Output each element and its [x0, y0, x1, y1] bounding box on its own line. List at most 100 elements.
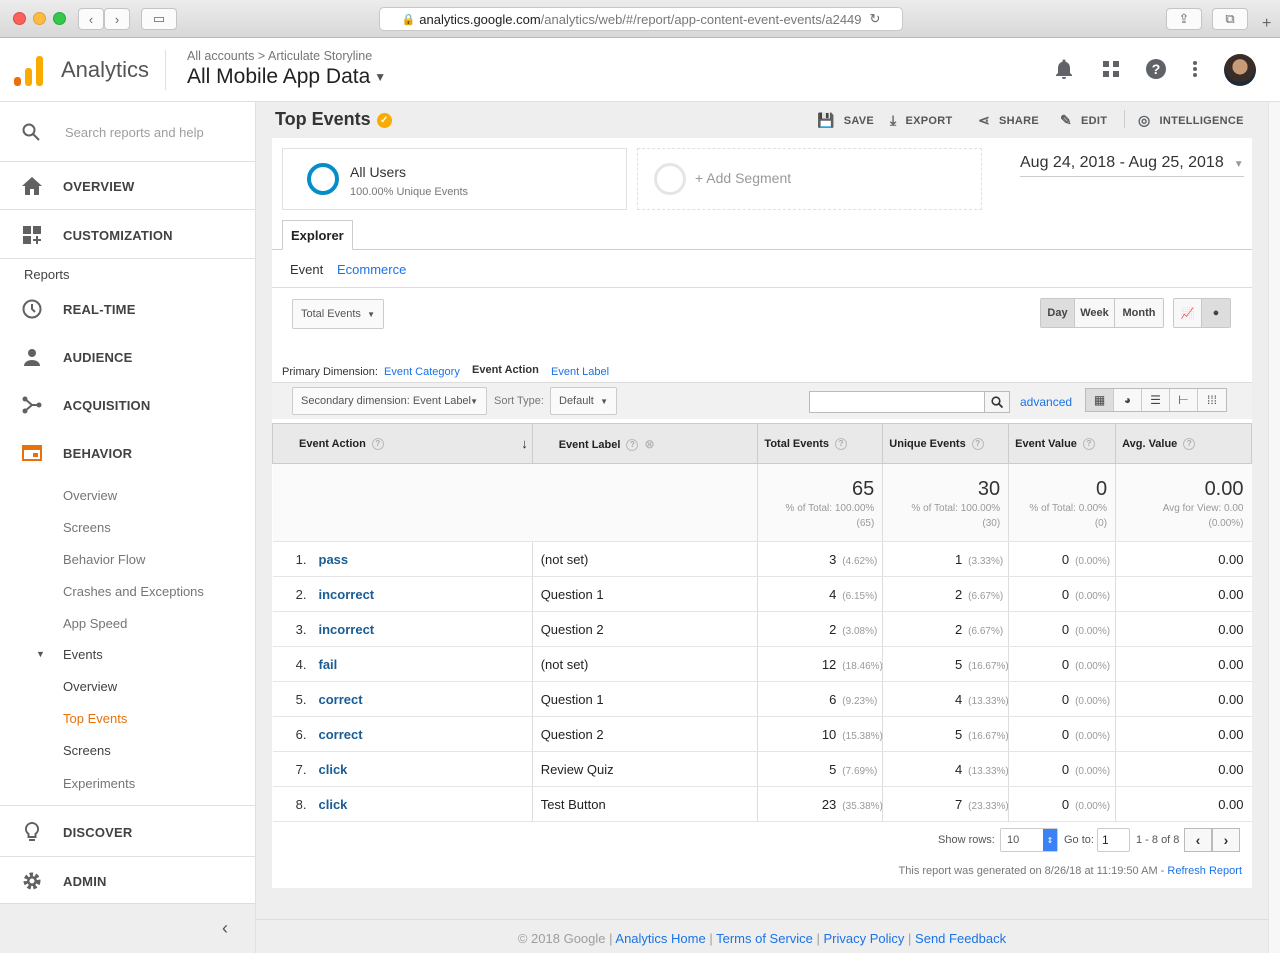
event-action-link[interactable]: fail	[319, 657, 338, 672]
event-action-link[interactable]: correct	[319, 727, 363, 742]
refresh-report-link[interactable]: Refresh Report	[1167, 865, 1242, 877]
add-segment-button[interactable]: + Add Segment	[637, 148, 982, 210]
col-avg-value[interactable]: Avg. Value?	[1115, 423, 1252, 464]
month-button[interactable]: Month	[1115, 299, 1163, 327]
dimension-event-category[interactable]: Event Category	[384, 366, 460, 378]
chevron-left-icon[interactable]: ‹	[222, 918, 228, 939]
comparison-view-button[interactable]: ⊢	[1170, 389, 1198, 411]
footer-link-privacy[interactable]: Privacy Policy	[824, 931, 905, 946]
sidebar-sub-crashes[interactable]: Crashes and Exceptions	[63, 584, 204, 599]
sidebar-item-audience[interactable]: AUDIENCE	[0, 333, 255, 381]
subtab-ecommerce[interactable]: Ecommerce	[337, 262, 406, 277]
sidebar-search[interactable]: Search reports and help	[0, 102, 255, 162]
analytics-logo[interactable]	[14, 56, 44, 86]
forward-button[interactable]: ›	[104, 8, 130, 30]
help-icon[interactable]: ?	[1183, 437, 1196, 450]
share-button[interactable]: ⋖ SHARE	[978, 112, 1039, 129]
sidebar-item-discover[interactable]: DISCOVER	[0, 808, 255, 856]
sidebar-sub-app-speed[interactable]: App Speed	[63, 616, 127, 631]
show-rows-select[interactable]: 10 ⇕	[1000, 828, 1058, 852]
event-action-link[interactable]: pass	[319, 552, 349, 567]
breadcrumb-root[interactable]: All accounts	[187, 49, 254, 63]
sidebar-item-behavior[interactable]: BEHAVIOR	[0, 429, 255, 477]
secondary-dimension-select[interactable]: Secondary dimension: Event Label ▼	[292, 387, 487, 415]
address-bar[interactable]: 🔒 analytics.google.com/analytics/web/#/r…	[379, 7, 903, 31]
help-icon[interactable]: ?	[626, 438, 639, 451]
col-unique-events[interactable]: Unique Events?	[882, 423, 1010, 464]
sidebar-toggle-button[interactable]: ▭	[141, 8, 177, 30]
pivot-view-button[interactable]: ⁞⁞⁞	[1198, 389, 1226, 411]
sidebar-sub-screens[interactable]: Screens	[63, 520, 111, 535]
sidebar-item-overview[interactable]: OVERVIEW	[0, 162, 255, 210]
more-vert-icon[interactable]	[1184, 58, 1206, 80]
sidebar-item-admin[interactable]: ADMIN	[0, 857, 255, 905]
event-action-link[interactable]: incorrect	[319, 622, 375, 637]
help-icon[interactable]: ?	[1082, 437, 1095, 450]
metric-select[interactable]: Total Events ▼	[292, 299, 384, 329]
segment-all-users[interactable]: All Users 100.00% Unique Events	[282, 148, 627, 210]
bell-icon[interactable]	[1053, 58, 1075, 80]
save-button[interactable]: 💾 SAVE	[817, 112, 874, 129]
prev-page-button[interactable]: ‹	[1184, 828, 1212, 852]
pie-view-button[interactable]: ◕	[1114, 389, 1142, 411]
event-action-link[interactable]: correct	[319, 692, 363, 707]
new-tab-button[interactable]: +	[1262, 15, 1271, 33]
week-button[interactable]: Week	[1075, 299, 1115, 327]
next-page-button[interactable]: ›	[1212, 828, 1240, 852]
sidebar-item-realtime[interactable]: REAL-TIME	[0, 285, 255, 333]
day-button[interactable]: Day	[1041, 299, 1075, 327]
edit-button[interactable]: ✎ EDIT	[1060, 112, 1107, 129]
col-event-action[interactable]: Event Action? ↓	[272, 423, 533, 464]
subtab-event[interactable]: Event	[290, 262, 323, 277]
tab-explorer[interactable]: Explorer	[282, 220, 353, 250]
help-icon[interactable]: ?	[835, 437, 848, 450]
sidebar-sub-overview[interactable]: Overview	[63, 488, 117, 503]
zoom-window-button[interactable]	[53, 12, 66, 25]
apps-grid-icon[interactable]	[1100, 58, 1122, 80]
footer-link-feedback[interactable]: Send Feedback	[915, 931, 1006, 946]
sidebar-item-acquisition[interactable]: ACQUISITION	[0, 381, 255, 429]
table-view-button[interactable]: ▦	[1086, 389, 1114, 411]
sidebar-events-screens[interactable]: Screens	[63, 743, 111, 758]
share-browser-button[interactable]: ⇪	[1166, 8, 1202, 30]
sidebar-sub-experiments[interactable]: Experiments	[63, 776, 135, 791]
export-button[interactable]: ⤓ EXPORT	[890, 112, 953, 129]
event-action-link[interactable]: click	[319, 762, 348, 777]
footer-link-analytics-home[interactable]: Analytics Home	[615, 931, 705, 946]
breadcrumb[interactable]: All accounts > Articulate Storyline	[187, 49, 372, 63]
sidebar-collapse-bar[interactable]: ‹	[0, 903, 255, 953]
intelligence-button[interactable]: ◎ INTELLIGENCE	[1138, 112, 1244, 129]
sidebar-events-top-events[interactable]: Top Events	[63, 711, 127, 726]
sidebar-item-customization[interactable]: CUSTOMIZATION	[0, 211, 255, 259]
col-total-events[interactable]: Total Events?	[757, 423, 884, 464]
reload-icon[interactable]: ↻	[870, 11, 881, 27]
performance-view-button[interactable]: ☰	[1142, 389, 1170, 411]
event-action-link[interactable]: click	[319, 797, 348, 812]
tabs-overview-button[interactable]: ⧉	[1212, 8, 1248, 30]
view-selector[interactable]: All Mobile App Data ▼	[187, 65, 386, 89]
page-scrollbar[interactable]	[1268, 102, 1280, 953]
date-range-picker[interactable]: Aug 24, 2018 - Aug 25, 2018 ▼	[1020, 154, 1244, 177]
sidebar-events-overview[interactable]: Overview	[63, 679, 117, 694]
footer-link-terms[interactable]: Terms of Service	[716, 931, 813, 946]
back-button[interactable]: ‹	[78, 8, 104, 30]
col-event-label[interactable]: Event Label? ⊗	[531, 423, 759, 464]
goto-input[interactable]: 1	[1097, 828, 1130, 852]
close-window-button[interactable]	[13, 12, 26, 25]
table-filter-input[interactable]	[809, 391, 985, 413]
help-icon[interactable]: ?	[371, 437, 384, 450]
sort-type-select[interactable]: Default ▼	[550, 387, 617, 415]
dimension-event-label[interactable]: Event Label	[551, 366, 609, 378]
help-icon[interactable]: ?	[1145, 58, 1167, 80]
dimension-event-action[interactable]: Event Action	[472, 364, 539, 376]
minimize-window-button[interactable]	[33, 12, 46, 25]
line-chart-button[interactable]: 📈	[1174, 299, 1202, 327]
table-search-button[interactable]	[984, 391, 1010, 413]
sidebar-sub-events[interactable]: ▼ Events	[36, 647, 103, 662]
remove-dimension-icon[interactable]: ⊗	[644, 437, 654, 451]
advanced-filter-link[interactable]: advanced	[1020, 395, 1072, 409]
event-action-link[interactable]: incorrect	[319, 587, 375, 602]
col-event-value[interactable]: Event Value?	[1008, 423, 1117, 464]
sidebar-sub-behavior-flow[interactable]: Behavior Flow	[63, 552, 145, 567]
help-icon[interactable]: ?	[971, 437, 984, 450]
